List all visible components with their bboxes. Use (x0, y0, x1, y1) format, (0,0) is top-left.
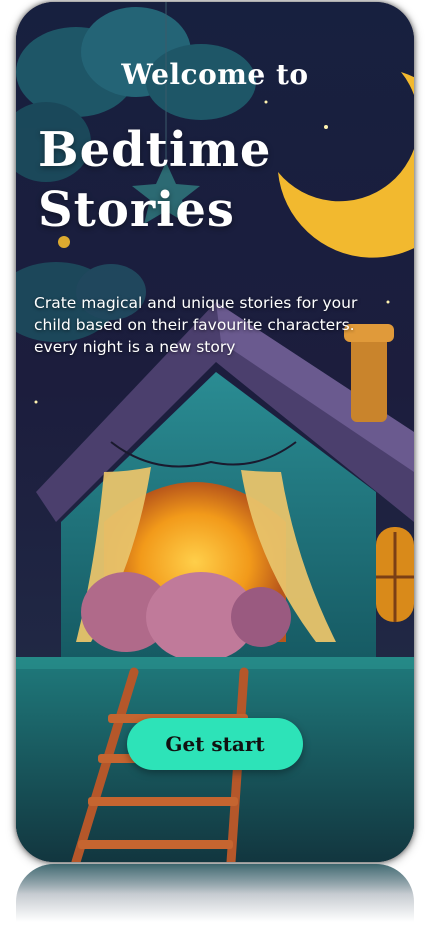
phone-reflection (16, 864, 414, 932)
reflection-strip (16, 864, 414, 894)
get-start-button[interactable]: Get start (127, 718, 303, 770)
app-title-line1: Bedtime (38, 122, 272, 178)
welcome-heading: Welcome to (121, 58, 309, 91)
app-title: Bedtime Stories (38, 120, 308, 240)
app-description: Crate magical and unique stories for you… (34, 294, 358, 356)
onboarding-screen: Welcome to Bedtime Stories Crate magical… (16, 2, 414, 862)
app-title-line2: Stories (38, 182, 235, 238)
